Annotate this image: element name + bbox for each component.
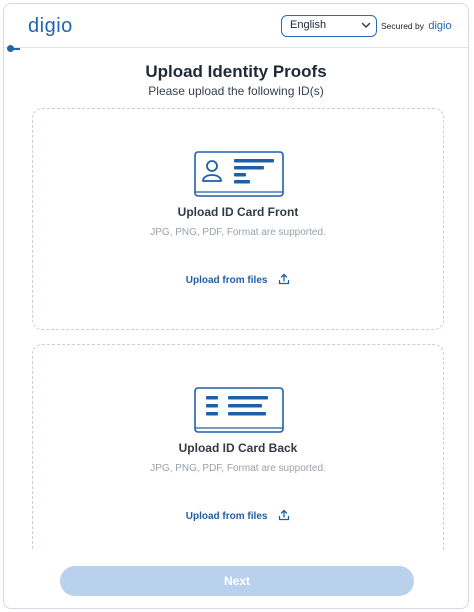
id-card-front-icon bbox=[194, 151, 284, 197]
upload-link-label: Upload from files bbox=[185, 275, 268, 286]
card-title: Upload ID Card Front bbox=[177, 205, 299, 219]
upload-icon bbox=[279, 509, 290, 521]
secured-by-brand: digio bbox=[428, 20, 452, 32]
page-frame: digio English Secured by digio Upload Id… bbox=[3, 3, 469, 609]
language-select-value: English bbox=[290, 19, 327, 31]
id-card-back-icon bbox=[194, 387, 284, 433]
upload-link-label: Upload from files bbox=[185, 511, 268, 522]
card-formats: JPG, PNG, PDF, Format are supported. bbox=[150, 227, 326, 238]
progress-indicator bbox=[7, 45, 14, 52]
upload-from-files-link-back[interactable]: Upload from files bbox=[33, 509, 443, 522]
card-title: Upload ID Card Back bbox=[178, 441, 298, 455]
upload-icon bbox=[279, 273, 290, 285]
upload-from-files-link-front[interactable]: Upload from files bbox=[33, 273, 443, 286]
secured-by: Secured by digio bbox=[381, 20, 452, 32]
page-title: Upload Identity Proofs bbox=[145, 62, 327, 81]
logo: digio bbox=[28, 15, 73, 37]
header: digio English Secured by digio bbox=[4, 4, 468, 48]
upload-card-front[interactable]: Upload ID Card Front JPG, PNG, PDF, Form… bbox=[32, 108, 444, 330]
secured-by-label: Secured by bbox=[381, 21, 424, 31]
chevron-down-icon bbox=[361, 22, 371, 28]
card-formats: JPG, PNG, PDF, Format are supported. bbox=[150, 463, 326, 474]
upload-card-back[interactable]: Upload ID Card Back JPG, PNG, PDF, Forma… bbox=[32, 344, 444, 574]
page-subtitle: Please upload the following ID(s) bbox=[148, 84, 324, 98]
footer: Next bbox=[4, 550, 468, 608]
next-button[interactable]: Next bbox=[60, 566, 414, 596]
language-select[interactable]: English bbox=[281, 15, 377, 37]
